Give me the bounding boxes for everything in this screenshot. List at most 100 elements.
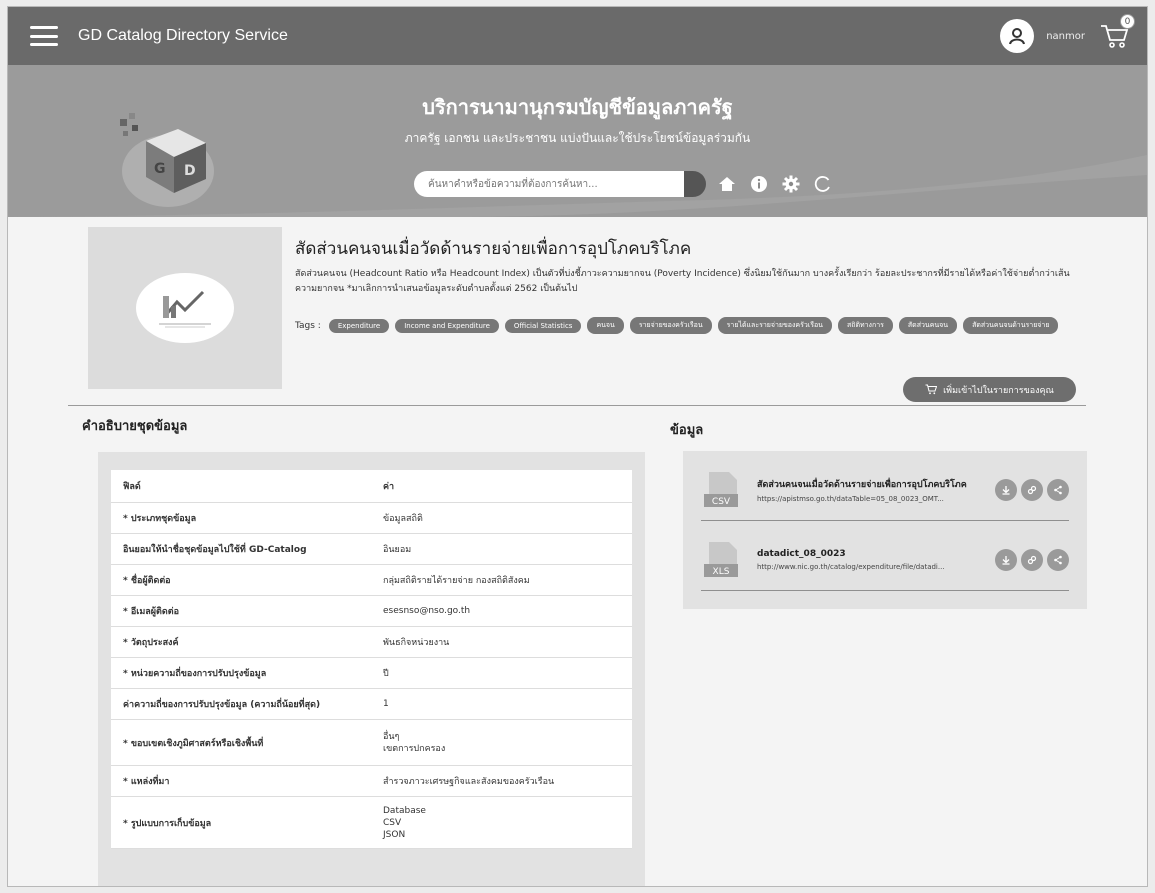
field-name: * อีเมลผู้ติดต่อ	[111, 595, 371, 627]
field-name: อินยอมให้นำชื่อชุดข้อมูลไปใช้ที่ GD-Cata…	[111, 533, 371, 565]
field-value[interactable]: esesnso@nso.go.th	[371, 595, 632, 627]
hero-banner: G D บริการนามานุกรมบัญชีข้อมูลภาครัฐ ภาค…	[8, 65, 1147, 217]
share-button[interactable]	[1047, 548, 1069, 571]
info-icon	[751, 176, 767, 192]
field-value: อินยอม	[371, 533, 632, 565]
resources-panel: CSV สัดส่วนคนจนเมื่อวัดด้านรายจ่ายเพื่อก…	[683, 451, 1087, 609]
app-frame: GD Catalog Directory Service nanmor 0 G …	[7, 6, 1148, 887]
download-button[interactable]	[995, 478, 1017, 501]
resource-item[interactable]: XLS datadict_08_0023 http://www.nic.go.t…	[701, 529, 1069, 591]
table-row: * รูปแบบการเก็บข้อมูล Database CSV JSON	[111, 796, 632, 849]
username[interactable]: nanmor	[1046, 31, 1085, 42]
xls-file-icon: XLS	[704, 541, 738, 577]
field-value: สำรวจภาวะเศรษฐกิจและสังคมของครัวเรือน	[371, 765, 632, 797]
tag[interactable]: สัดส่วนคนจนด้านรายจ่าย	[963, 317, 1059, 334]
csv-file-icon: CSV	[704, 471, 738, 507]
hero-subtitle: ภาครัฐ เอกชน และประชาชน แบ่งปันและใช้ประ…	[404, 131, 751, 145]
table-row: ค่าความถี่ของการปรับปรุงข้อมูล (ความถี่น…	[111, 688, 632, 720]
tag[interactable]: Expenditure	[328, 318, 390, 333]
share-icon	[1054, 555, 1062, 564]
value-line: CSV	[383, 817, 402, 828]
field-name: * ประเภทชุดข้อมูล	[111, 502, 371, 534]
table-row: * ชื่อผู้ติดต่อ กลุ่มสถิติรายได้รายจ่าย …	[111, 564, 632, 596]
table-row: * ขอบเขตเชิงภูมิศาสตร์หรือเชิงพื้นที่ อื…	[111, 719, 632, 766]
dataset-description: สัดส่วนคนจน (Headcount Ratio หรือ Headco…	[295, 269, 1070, 294]
link-button[interactable]	[1021, 478, 1043, 501]
nso-logo-icon	[159, 290, 211, 328]
cart-button[interactable]: 0	[1099, 14, 1135, 50]
resource-url[interactable]: http://www.nic.go.th/catalog/expenditure…	[757, 563, 977, 571]
top-right-controls: nanmor 0	[1000, 14, 1135, 53]
dataset-title: สัดส่วนคนจนเมื่อวัดด้านรายจ่ายเพื่อการอุ…	[295, 239, 692, 259]
metadata-table: ฟิลด์ ค่า * ประเภทชุดข้อมูล ข้อมูลสถิติ …	[111, 470, 632, 849]
gear-icon	[782, 175, 800, 193]
svg-text:G: G	[154, 161, 166, 177]
field-value: 1	[371, 688, 632, 720]
field-name: ค่าความถี่ของการปรับปรุงข้อมูล (ความถี่น…	[111, 688, 371, 720]
link-icon	[1027, 485, 1037, 494]
field-value: อื่นๆ เขตการปกครอง	[371, 719, 632, 766]
refresh-button[interactable]	[812, 173, 834, 195]
field-value: กลุ่มสถิติรายได้รายจ่าย กองสถิติสังคม	[371, 564, 632, 596]
download-icon	[1002, 555, 1010, 565]
add-to-cart-button[interactable]: เพิ่มเข้าไปในรายการของคุณ	[903, 377, 1076, 402]
resource-text: สัดส่วนคนจนเมื่อวัดด้านรายจ่ายเพื่อการอุ…	[757, 477, 987, 503]
table-row: * แหล่งที่มา สำรวจภาวะเศรษฐกิจและสังคมขอ…	[111, 765, 632, 797]
home-icon	[719, 177, 735, 191]
field-name: * รูปแบบการเก็บข้อมูล	[111, 796, 371, 849]
app-title[interactable]: GD Catalog Directory Service	[78, 27, 288, 45]
resource-name[interactable]: สัดส่วนคนจนเมื่อวัดด้านรายจ่ายเพื่อการอุ…	[757, 477, 987, 491]
tags-row: Tags : Expenditure Income and Expenditur…	[295, 317, 1075, 334]
search-input[interactable]	[414, 171, 704, 197]
user-icon	[1009, 28, 1026, 45]
table-row: * อีเมลผู้ติดต่อ esesnso@nso.go.th	[111, 595, 632, 627]
search-submit-button[interactable]	[684, 171, 706, 197]
refresh-icon	[814, 176, 830, 192]
tag[interactable]: สถิติทางการ	[837, 317, 893, 334]
column-header-value: ค่า	[371, 470, 632, 503]
field-name: * หน่วยความถี่ของการปรับปรุงข้อมูล	[111, 657, 371, 689]
home-button[interactable]	[716, 173, 738, 195]
hero-title: บริการนามานุกรมบัญชีข้อมูลภาครัฐ	[422, 95, 733, 119]
tag[interactable]: คนจน	[587, 317, 624, 334]
field-value: ปี	[371, 657, 632, 689]
share-button[interactable]	[1047, 478, 1069, 501]
search-bar	[414, 171, 834, 197]
user-avatar-button[interactable]	[1000, 19, 1035, 53]
top-bar: GD Catalog Directory Service nanmor 0	[8, 7, 1147, 65]
dataset-thumbnail	[88, 227, 282, 389]
file-format-label: XLS	[713, 567, 730, 577]
download-button[interactable]	[995, 548, 1017, 571]
table-row: * ประเภทชุดข้อมูล ข้อมูลสถิติ	[111, 502, 632, 534]
value-line: อื่นๆ	[383, 731, 400, 742]
download-icon	[1002, 485, 1010, 495]
add-to-cart-label: เพิ่มเข้าไปในรายการของคุณ	[943, 385, 1054, 396]
menu-icon[interactable]	[30, 26, 58, 46]
metadata-section-title: คำอธิบายชุดข้อมูล	[82, 419, 188, 434]
field-value: ข้อมูลสถิติ	[371, 502, 632, 534]
settings-button[interactable]	[780, 173, 802, 195]
tag[interactable]: Official Statistics	[504, 318, 582, 333]
value-line: Database	[383, 805, 426, 816]
tags-label: Tags :	[295, 320, 321, 331]
field-name: * ขอบเขตเชิงภูมิศาสตร์หรือเชิงพื้นที่	[111, 719, 371, 766]
resource-item[interactable]: CSV สัดส่วนคนจนเมื่อวัดด้านรายจ่ายเพื่อก…	[701, 459, 1069, 521]
link-icon	[1027, 555, 1037, 564]
field-value: พันธกิจหน่วยงาน	[371, 626, 632, 658]
info-button[interactable]	[748, 173, 770, 195]
tag[interactable]: รายได้และรายจ่ายของครัวเรือน	[717, 317, 832, 334]
value-line: JSON	[383, 829, 406, 840]
resource-actions	[995, 478, 1069, 501]
table-row: * วัตถุประสงค์ พันธกิจหน่วยงาน	[111, 626, 632, 658]
cart-count-badge: 0	[1120, 14, 1135, 29]
share-icon	[1054, 485, 1062, 494]
cart-icon	[925, 384, 938, 395]
field-name: * วัตถุประสงค์	[111, 626, 371, 658]
resource-url[interactable]: https://apistmso.go.th/dataTable=05_08_0…	[757, 495, 977, 503]
resource-name[interactable]: datadict_08_0023	[757, 549, 987, 559]
link-button[interactable]	[1021, 548, 1043, 571]
tag[interactable]: สัดส่วนคนจน	[898, 317, 958, 334]
section-divider	[68, 405, 1086, 406]
tag[interactable]: รายจ่ายของครัวเรือน	[629, 317, 712, 334]
tag[interactable]: Income and Expenditure	[395, 318, 499, 333]
